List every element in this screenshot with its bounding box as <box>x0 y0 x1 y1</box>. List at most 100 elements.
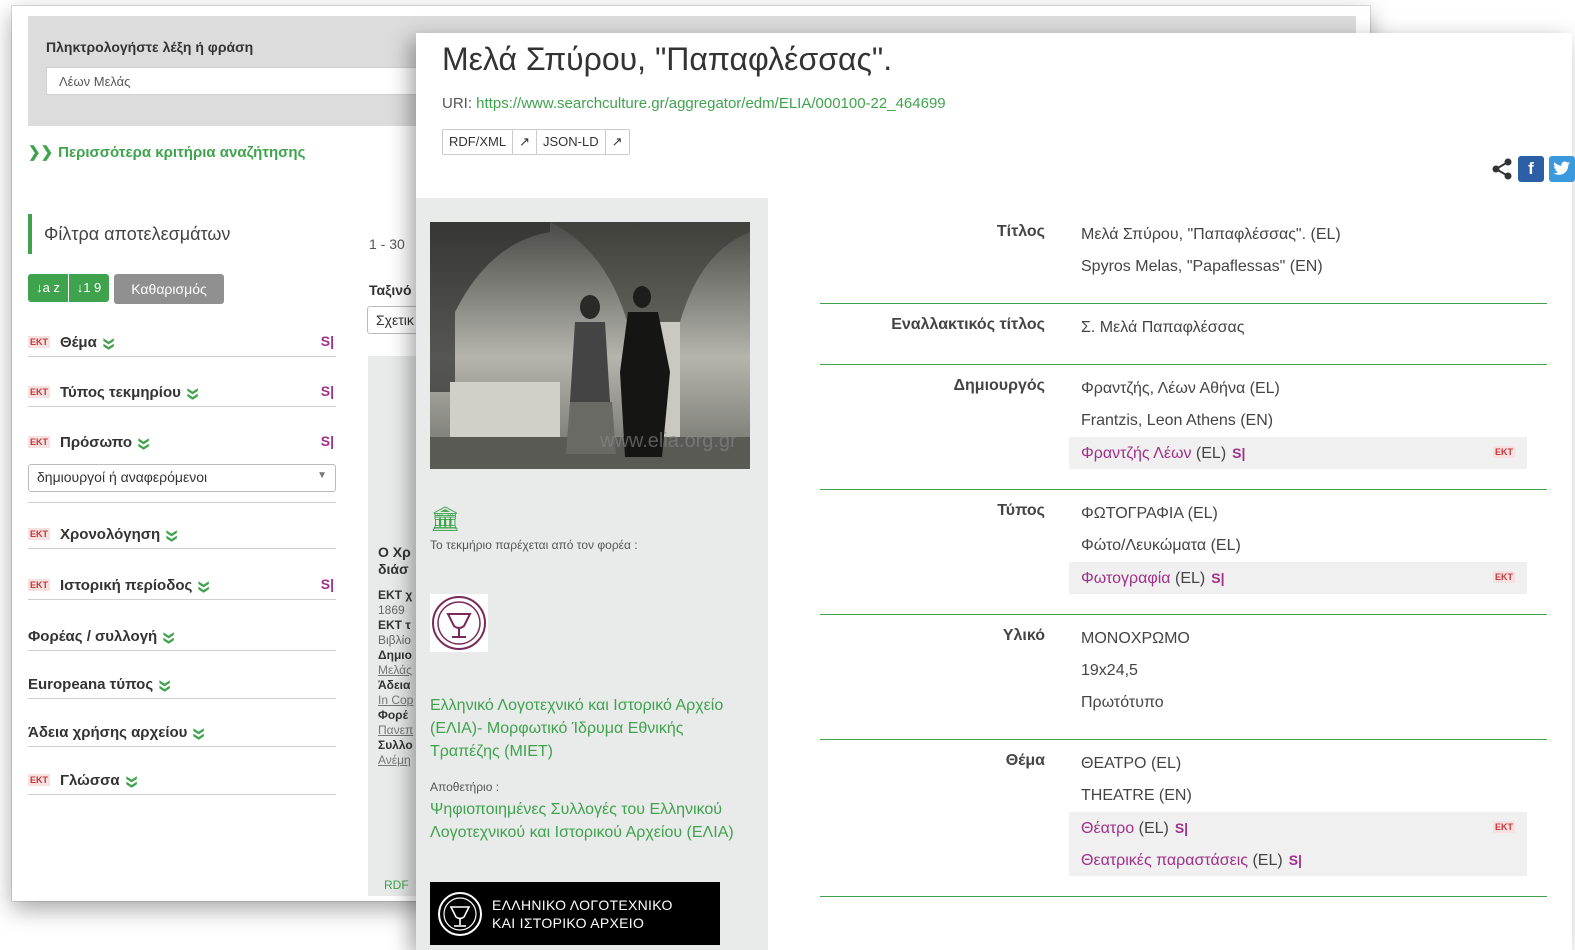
facet-name: Πρόσωπο <box>60 433 133 451</box>
s-icon[interactable]: S| <box>321 576 334 592</box>
banner-line: ΚΑΙ ΙΣΤΟΡΙΚΟ ΑΡΧΕΙΟ <box>492 914 645 931</box>
ekt-badge-icon: EKT <box>28 336 50 348</box>
uri-label: URI: <box>442 95 472 112</box>
rdf-link[interactable]: RDF <box>384 878 409 892</box>
share-icon[interactable] <box>1491 158 1513 180</box>
external-link-icon[interactable]: ↗ <box>513 130 537 154</box>
page-title: Μελά Σπύρου, "Παπαφλέσσας". <box>442 41 893 77</box>
sort-alpha-button[interactable]: ↓a z <box>28 274 68 302</box>
metadata-row: Τύπος ΦΩΤΟΓΡΑΦΙΑ (EL) Φώτο/Λευκώματα (EL) Φ… <box>820 490 1547 615</box>
share-area: f <box>1491 156 1575 182</box>
double-chevron-down-icon[interactable]: ❯❯ <box>138 437 149 448</box>
format-buttons: RDF/XML ↗ JSON-LD ↗ <box>442 129 630 155</box>
uri-line: URI: https://www.searchculture.gr/aggreg… <box>442 95 946 112</box>
facet-8: Άδεια χρήσης αρχείου ❯❯ <box>28 718 336 747</box>
metadata-value: Φραντζής, Λέων Αθήνα (EL) <box>1081 380 1280 397</box>
facet-name: Γλώσσα <box>60 771 120 789</box>
facet-1: EKT Θέμα ❯❯ S| <box>28 328 336 357</box>
vocabulary-link-row: Θέατρο (EL) S| <box>1081 812 1515 844</box>
double-chevron-down-icon[interactable]: ❯❯ <box>125 775 136 786</box>
double-chevron-down-icon[interactable]: ❯❯ <box>103 337 114 348</box>
facet-header[interactable]: Φορέας / συλλογή ❯❯ <box>28 622 336 650</box>
sort-label: Ταξινό <box>369 282 412 298</box>
metadata-row: Θέμα ΘΕΑΤΡΟ (EL) THEATRE (EN) Θέατρο (EL) S|… <box>820 740 1547 897</box>
more-criteria-link[interactable]: ❯❯ Περισσότερα κριτήρια αναζήτησης <box>28 143 305 161</box>
vocabulary-link[interactable]: Φραντζής Λέων <box>1081 445 1191 462</box>
more-criteria-label: Περισσότερα κριτήρια αναζήτησης <box>58 144 306 161</box>
facet-header[interactable]: EKT Τύπος τεκμηρίου ❯❯ <box>28 378 336 406</box>
metadata-value: Σ. Μελά Παπαφλέσσας <box>1081 319 1245 336</box>
clear-filters-button[interactable]: Καθαρισμός <box>114 274 224 304</box>
metadata-row: Υλικό ΜΟΝΟΧΡΩΜΟ 19x24,5 Πρωτότυπο <box>820 615 1547 740</box>
facet-2: EKT Τύπος τεκμηρίου ❯❯ S| <box>28 378 336 407</box>
metadata-value: ΦΩΤΟΓΡΑΦΙΑ (EL) <box>1081 505 1218 522</box>
provider-logo[interactable] <box>430 594 488 652</box>
metadata-value: Spyros Melas, "Papaflessas" (EN) <box>1081 258 1323 275</box>
s-icon[interactable]: S| <box>1289 852 1302 868</box>
facet-name: Χρονολόγηση <box>60 525 161 543</box>
provider-column: www.elia.org.gr 🏛 Το τεκμήριο παρέχεται … <box>416 198 768 950</box>
uri-link[interactable]: https://www.searchculture.gr/aggregator/… <box>476 95 945 112</box>
search-label: Πληκτρολογήστε λέξη ή φράση <box>46 39 254 55</box>
filters-title: Φίλτρα αποτελεσμάτων <box>28 214 230 254</box>
double-chevron-down-icon[interactable]: ❯❯ <box>166 529 177 540</box>
photo-watermark: www.elia.org.gr <box>599 430 737 452</box>
metadata-values: Φραντζής, Λέων Αθήνα (EL) Frantzis, Leon … <box>1069 373 1547 469</box>
metadata-value: Φώτο/Λευκώματα (EL) <box>1081 537 1241 554</box>
ekt-badge-icon: EKT <box>1493 446 1515 458</box>
vocabulary-lang: (EL) <box>1138 820 1169 837</box>
double-chevron-down-icon[interactable]: ❯❯ <box>193 727 204 738</box>
s-icon[interactable]: S| <box>321 383 334 399</box>
facet-name: Ιστορική περίοδος <box>60 576 193 594</box>
person-role-select[interactable]: δημιουργοί ή αναφερόμενοι ▼ <box>28 464 336 492</box>
metadata-value: THEATRE (EN) <box>1081 787 1192 804</box>
vocabulary-lang: (EL) <box>1195 445 1227 462</box>
sort-numeric-button[interactable]: ↓1 9 <box>69 274 109 302</box>
rdf-xml-button[interactable]: RDF/XML <box>443 130 514 154</box>
record-photo[interactable]: www.elia.org.gr <box>430 222 750 469</box>
facet-name: Τύπος τεκμηρίου <box>60 383 181 401</box>
facet-header[interactable]: EKT Χρονολόγηση ❯❯ <box>28 520 336 548</box>
facet-6: Φορέας / συλλογή ❯❯ <box>28 622 336 651</box>
facet-header[interactable]: Άδεια χρήσης αρχείου ❯❯ <box>28 718 336 746</box>
vocabulary-links: Φραντζής Λέων (EL) S| EKT <box>1069 437 1527 469</box>
vocabulary-lang: (EL) <box>1175 570 1206 587</box>
facet-header[interactable]: EKT Γλώσσα ❯❯ <box>28 766 336 794</box>
ekt-badge-icon: EKT <box>1493 571 1515 583</box>
repository-name-link[interactable]: Ψηφιοποιημένες Συλλογές του Ελληνικού Λο… <box>430 798 750 844</box>
double-chevron-down-icon[interactable]: ❯❯ <box>198 580 209 591</box>
facet-header[interactable]: Europeana τύπος ❯❯ <box>28 670 336 698</box>
s-icon[interactable]: S| <box>1211 570 1224 586</box>
twitter-icon[interactable] <box>1549 156 1575 182</box>
double-chevron-down-icon[interactable]: ❯❯ <box>159 679 170 690</box>
facet-header[interactable]: EKT Πρόσωπο ❯❯ <box>28 428 336 456</box>
s-icon[interactable]: S| <box>1232 445 1245 461</box>
facet-header[interactable]: EKT Ιστορική περίοδος ❯❯ <box>28 571 336 599</box>
vocabulary-link[interactable]: Θέατρο <box>1081 820 1134 837</box>
ekt-badge-icon: EKT <box>1493 821 1515 833</box>
vocabulary-link[interactable]: Φωτογραφία <box>1081 570 1171 587</box>
external-link-icon[interactable]: ↗ <box>606 130 629 154</box>
provider-intro: Το τεκμήριο παρέχεται από τον φορέα : <box>430 538 638 552</box>
vocabulary-link[interactable]: Θεατρικές παραστάσεις <box>1081 852 1248 869</box>
caret-down-icon: ▼ <box>317 470 327 481</box>
s-icon[interactable]: S| <box>321 333 334 349</box>
provider-name-link[interactable]: Ελληνικό Λογοτεχνικό και Ιστορικό Αρχείο… <box>430 694 750 763</box>
s-icon[interactable]: S| <box>1175 820 1188 836</box>
s-icon[interactable]: S| <box>321 433 334 449</box>
metadata-row: Δημιουργός Φραντζής, Λέων Αθήνα (EL) Frant… <box>820 365 1547 490</box>
ekt-badge-icon: EKT <box>28 528 50 540</box>
repository-label: Αποθετήριο : <box>430 780 500 794</box>
record-window: Μελά Σπύρου, "Παπαφλέσσας". URI: https:/… <box>416 33 1575 950</box>
vocabulary-link-row: Φραντζής Λέων (EL) S| <box>1081 437 1515 469</box>
repository-banner[interactable]: ΕΛΛΗΝΙΚΟ ΛΟΓΟΤΕΧΝΙΚΟ ΚΑΙ ΙΣΤΟΡΙΚΟ ΑΡΧΕΙΟ <box>430 882 720 945</box>
json-ld-button[interactable]: JSON-LD <box>537 130 606 154</box>
metadata-values: Μελά Σπύρου, "Παπαφλέσσας". (EL) Spyros M… <box>1081 219 1547 283</box>
vocabulary-links: Φωτογραφία (EL) S| EKT <box>1069 562 1527 594</box>
ekt-badge-icon: EKT <box>28 774 50 786</box>
double-chevron-down-icon[interactable]: ❯❯ <box>187 387 198 398</box>
banner-line: ΕΛΛΗΝΙΚΟ ΛΟΓΟΤΕΧΝΙΚΟ <box>492 896 673 913</box>
facebook-icon[interactable]: f <box>1518 156 1544 182</box>
double-chevron-down-icon[interactable]: ❯❯ <box>163 631 174 642</box>
facet-header[interactable]: EKT Θέμα ❯❯ <box>28 328 336 356</box>
